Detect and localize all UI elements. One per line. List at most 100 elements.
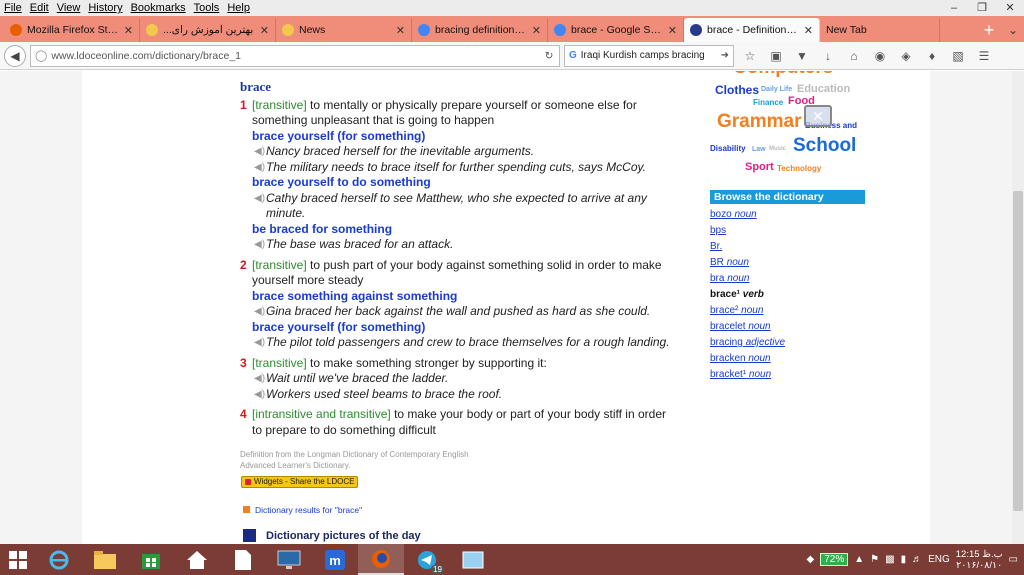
tray-overflow-icon[interactable]: ▲ [854,554,864,565]
speaker-icon[interactable]: ◀) [254,191,265,207]
home-app-icon[interactable] [174,544,220,575]
file-explorer-icon[interactable] [82,544,128,575]
download-icon[interactable]: ↓ [818,49,838,63]
topic-link[interactable]: Law [752,146,766,153]
start-button[interactable] [0,544,36,575]
bookmark-star-icon[interactable]: ☆ [740,49,760,63]
close-overlay-icon[interactable]: ✕ [804,105,832,127]
signal-icon[interactable]: ▮ [901,554,907,565]
tab-label[interactable]: ...بهترین آموزش رای [163,24,256,36]
browse-item[interactable]: bracing adjective [710,335,865,351]
minimize-icon[interactable]: – [940,0,968,16]
reading-list-icon[interactable]: ▣ [766,49,786,63]
search-value[interactable]: Iraqi Kurdish camps bracing [581,50,705,61]
tab-label[interactable]: News [299,24,392,36]
topic-link[interactable]: Technology [777,164,821,173]
speaker-icon[interactable]: ◀) [254,371,265,387]
tab-label[interactable]: brace - Google Search [571,24,664,36]
topic-link[interactable]: Computers [733,71,833,79]
volume-icon[interactable]: ♬ [912,554,922,565]
browse-word[interactable]: BR [710,257,724,268]
browser-tab[interactable]: brace - Definition fro... ✕ [684,18,820,42]
topic-link[interactable]: Disability [710,144,746,153]
search-go-icon[interactable]: ➜ [721,50,729,61]
browser-tab[interactable]: New Tab [820,18,940,42]
browse-item[interactable]: bozo noun [710,207,865,223]
menu-item-tools[interactable]: Tools [194,2,220,14]
clock[interactable]: 12:15 ب.ظ ۲۰۱۶/۰۸/۱۰ [956,549,1003,571]
network-icon[interactable]: ▩ [885,554,894,565]
tab-close-icon[interactable]: ✕ [804,24,813,37]
reload-icon[interactable]: ↻ [539,50,559,62]
browse-word[interactable]: bps [710,225,726,236]
addon-icon[interactable]: ♦ [922,49,942,63]
pocket-icon[interactable]: ▼ [792,49,812,63]
close-window-icon[interactable]: ✕ [996,0,1024,16]
tab-close-icon[interactable]: ✕ [396,24,405,37]
notifications-icon[interactable]: ▭ [1009,554,1018,565]
home-icon[interactable]: ⌂ [844,49,864,63]
topic-link[interactable]: School [793,135,856,157]
url-text[interactable]: www.ldoceonline.com/dictionary/brace_1 [51,50,539,62]
topic-link[interactable]: Music [769,146,786,152]
menu-item-history[interactable]: History [88,2,122,14]
browse-word[interactable]: bracing [710,337,743,348]
topic-link[interactable]: Finance [753,98,783,107]
browse-item[interactable]: bra noun [710,271,865,287]
topic-link[interactable]: Grammar [717,111,802,133]
menu-item-bookmarks[interactable]: Bookmarks [131,2,186,14]
tab-label[interactable]: brace - Definition fro... [707,24,800,36]
scroll-thumb[interactable] [1013,191,1023,511]
url-bar[interactable]: ◯ www.ldoceonline.com/dictionary/brace_1… [30,44,560,67]
browse-item[interactable]: bracelet noun [710,319,865,335]
browser-tab[interactable]: Mozilla Firefox Start P... ✕ [4,18,140,42]
topic-link[interactable]: Sport [745,161,774,173]
widgets-button[interactable]: Widgets - Share the LDOCE [241,476,358,488]
browse-word[interactable]: brace² [710,305,738,316]
new-tab-button[interactable]: + [976,18,1002,42]
document-icon[interactable] [220,544,266,575]
tab-close-icon[interactable]: ✕ [668,24,677,37]
clipboard-icon[interactable]: ▧ [948,49,968,63]
ie-icon[interactable] [36,544,82,575]
restore-icon[interactable]: ❐ [968,0,996,16]
extension-icon[interactable]: ◈ [896,49,916,63]
flag-icon[interactable]: ⚑ [870,554,879,565]
browse-item[interactable]: Br. [710,239,865,255]
results-label[interactable]: Dictionary results for "brace" [255,505,362,515]
maxthon-icon[interactable]: m [312,544,358,575]
menu-item-file[interactable]: File [4,2,22,14]
store-icon[interactable] [128,544,174,575]
browser-tab[interactable]: brace - Google Search ✕ [548,18,684,42]
browse-word[interactable]: bra [710,273,724,284]
tab-list-icon[interactable]: ⌄ [1002,18,1024,42]
menu-item-help[interactable]: Help [227,2,250,14]
tab-label[interactable]: bracing definition - G... [435,24,528,36]
browse-word[interactable]: bracelet [710,321,746,332]
browse-item[interactable]: bps [710,223,865,239]
monitor-icon[interactable] [266,544,312,575]
speaker-icon[interactable]: ◀) [254,160,265,176]
language-indicator[interactable]: ENG [928,554,950,565]
tab-close-icon[interactable]: ✕ [532,24,541,37]
search-input[interactable]: G Iraqi Kurdish camps bracing ➜ [564,44,734,67]
speaker-icon[interactable]: ◀) [254,387,265,403]
tab-close-icon[interactable]: ✕ [260,24,269,37]
browse-word[interactable]: bracken [710,353,746,364]
speaker-icon[interactable]: ◀) [254,144,265,160]
browser-tab[interactable]: ...بهترین آموزش رای ✕ [140,18,276,42]
topic-link[interactable]: Clothes [715,83,759,97]
battery-indicator[interactable]: 72% [820,553,849,566]
menu-item-view[interactable]: View [57,2,81,14]
dictionary-results-link[interactable]: Dictionary results for "brace" [243,505,362,515]
app-window-icon[interactable] [450,544,496,575]
back-button[interactable]: ◀ [4,44,26,67]
browse-word[interactable]: bozo [710,209,732,220]
menu-item-edit[interactable]: Edit [30,2,49,14]
tab-label[interactable]: New Tab [826,24,933,36]
tab-close-icon[interactable]: ✕ [124,24,133,37]
browse-item[interactable]: bracket¹ noun [710,367,865,383]
browse-item[interactable]: brace² noun [710,303,865,319]
browser-tab[interactable]: News ✕ [276,18,412,42]
browser-tab[interactable]: bracing definition - G... ✕ [412,18,548,42]
